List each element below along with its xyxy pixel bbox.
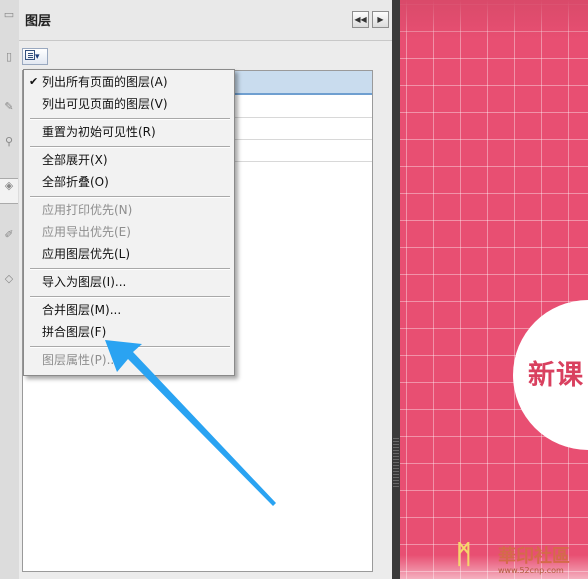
menu-item-flatten-layers[interactable]: 拼合图层(F) [24, 322, 234, 342]
menu-separator [30, 268, 230, 270]
options-list-icon [25, 50, 35, 60]
menu-item-label: 拼合图层(F) [42, 325, 107, 339]
menu-item-label: 合并图层(M)... [42, 303, 122, 317]
menu-item-reset-visibility[interactable]: 重置为初始可见性(R) [24, 122, 234, 142]
menu-item-label: 列出所有页面的图层(A) [42, 75, 168, 89]
menu-separator [30, 118, 230, 120]
menu-item-apply-layer-overrides[interactable]: 应用图层优先(L) [24, 244, 234, 264]
menu-item-expand-all[interactable]: 全部展开(X) [24, 150, 234, 170]
canvas-shading [400, 0, 588, 40]
dropdown-arrow-icon: ▾ [35, 52, 40, 62]
document-canvas[interactable]: 新课 ᛗ 華印社區 www.52cnp.com [400, 0, 588, 579]
tags-icon[interactable]: ◇ [2, 272, 16, 286]
menu-item-label: 应用打印优先(N) [42, 203, 133, 217]
menu-item-layer-properties: 图层属性(P)... [24, 350, 234, 370]
watermark-title: 華印社區 [498, 546, 570, 567]
menu-item-label: 应用导出优先(E) [42, 225, 131, 239]
signatures-icon[interactable]: ✎ [2, 100, 16, 114]
menu-item-import-as-layer[interactable]: 导入为图层(I)... [24, 272, 234, 292]
watermark-url: www.52cnp.com [498, 566, 564, 575]
menu-item-label: 全部折叠(O) [42, 175, 109, 189]
expand-panel-button[interactable]: ▶ [372, 11, 389, 28]
panel-header: 图层 ◀◀ ▶ [19, 0, 392, 41]
circle-title-text: 新课 [528, 360, 584, 391]
menu-separator [30, 196, 230, 198]
menu-item-merge-layers[interactable]: 合并图层(M)... [24, 300, 234, 320]
menu-item-label: 列出可见页面的图层(V) [42, 97, 168, 111]
pane-splitter[interactable] [392, 0, 400, 579]
menu-item-collapse-all[interactable]: 全部折叠(O) [24, 172, 234, 192]
menu-item-apply-export-overrides: 应用导出优先(E) [24, 222, 234, 242]
menu-item-list-visible-pages[interactable]: 列出可见页面的图层(V) [24, 94, 234, 114]
layer-options-menu: ✔ 列出所有页面的图层(A) 列出可见页面的图层(V) 重置为初始可见性(R) … [23, 69, 235, 376]
collapse-panel-button[interactable]: ◀◀ [352, 11, 369, 28]
attachments-icon[interactable]: ⚲ [2, 135, 16, 149]
watermark-logo-icon: ᛗ [456, 540, 472, 570]
menu-separator [30, 296, 230, 298]
check-icon: ✔ [29, 75, 39, 88]
layer-options-button[interactable]: ▾ [22, 48, 48, 65]
bookmarks-icon[interactable]: ▯ [2, 50, 16, 64]
menu-item-label: 应用图层优先(L) [42, 247, 131, 261]
splitter-grip[interactable] [393, 438, 399, 488]
menu-separator [30, 146, 230, 148]
menu-item-label: 图层属性(P)... [42, 353, 119, 367]
layers-icon[interactable]: ◈ [0, 178, 18, 204]
menu-item-apply-print-overrides: 应用打印优先(N) [24, 200, 234, 220]
page-thumbnails-icon[interactable]: ▭ [2, 8, 16, 22]
menu-item-label: 全部展开(X) [42, 153, 108, 167]
comments-icon[interactable]: ✐ [2, 228, 16, 242]
menu-item-label: 导入为图层(I)... [42, 275, 127, 289]
menu-item-list-all-pages[interactable]: ✔ 列出所有页面的图层(A) [24, 72, 234, 92]
panel-title: 图层 [25, 14, 52, 29]
menu-item-label: 重置为初始可见性(R) [42, 125, 156, 139]
menu-separator [30, 346, 230, 348]
navigation-tool-strip: ▭ ▯ ✎ ⚲ ◈ ✐ ◇ [0, 0, 20, 579]
